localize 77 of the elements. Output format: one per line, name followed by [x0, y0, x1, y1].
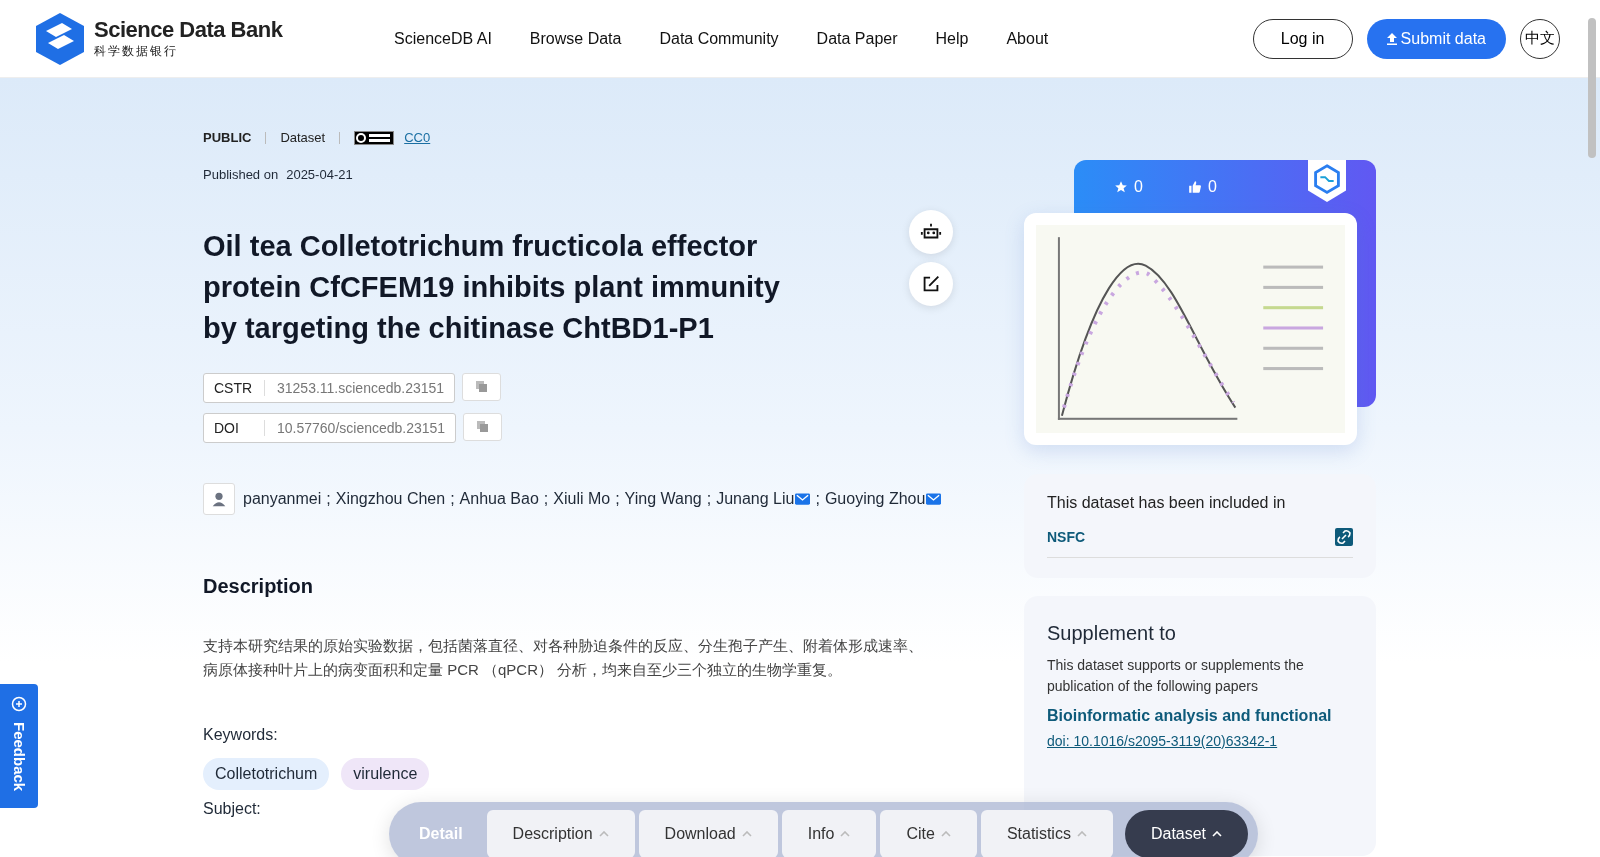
license-link[interactable]: CC0 [404, 130, 431, 145]
keywords-label: Keywords: [203, 726, 279, 744]
login-button[interactable]: Log in [1252, 18, 1353, 59]
panel-heading: This dataset has been included in [1047, 494, 1287, 512]
brand-subtitle: 科学数据银行 [94, 43, 179, 60]
keyword-tag[interactable]: Colletotrichum [203, 758, 330, 790]
detail-tab[interactable]: Description [486, 810, 635, 857]
author-link[interactable]: Xingzhou Chen [335, 490, 446, 508]
nav-link[interactable]: Data Paper [816, 29, 898, 48]
identifier-field: DOI 10.57760/sciencedb.23151 [203, 413, 457, 443]
star-icon[interactable] [1114, 180, 1128, 194]
copy-icon [475, 381, 488, 393]
robot-button[interactable] [909, 210, 953, 254]
language-button[interactable]: 中文 [1520, 18, 1560, 59]
edit-button[interactable] [909, 262, 953, 306]
thumbs-up-icon[interactable] [1187, 180, 1202, 194]
separator: ; [326, 490, 331, 508]
published-label: Published on [203, 167, 279, 182]
caret-icon [598, 831, 609, 837]
upload-icon [1386, 32, 1397, 45]
author-link[interactable]: Guoying Zhou [824, 490, 926, 508]
nav-link[interactable]: ScienceDB AI [394, 29, 492, 48]
link-icon[interactable] [1335, 528, 1353, 546]
separator: ; [815, 490, 820, 508]
detail-tab[interactable]: Download [638, 810, 778, 857]
access-label: PUBLIC [203, 130, 252, 145]
identifier-field: CSTR 31253.11.sciencedb.23151 [203, 373, 456, 403]
author-link[interactable]: panyanmei [243, 490, 322, 508]
separator: ; [615, 490, 620, 508]
author-link[interactable]: Junang Liu [716, 490, 795, 508]
detail-tab[interactable]: Statistics [980, 810, 1113, 857]
author-link[interactable]: Xiuli Mo [553, 490, 611, 508]
feedback-button[interactable]: Feedback [0, 684, 38, 808]
detail-tab[interactable]: Cite [880, 810, 977, 857]
author-link[interactable]: Anhua Bao [459, 490, 539, 508]
scrollbar[interactable] [1588, 18, 1596, 158]
copy-button[interactable] [462, 373, 502, 401]
like-count: 0 [1207, 178, 1217, 196]
copy-icon [476, 421, 489, 433]
nav-link[interactable]: Browse Data [529, 29, 622, 48]
paper-doi-link[interactable]: doi: 10.1016/s2095-3119(20)63342-1 [1047, 733, 1353, 749]
submit-data-button[interactable]: Submit data [1366, 18, 1506, 59]
description-text: 支持本研究结果的原始实验数据，包括菌落直径、对各种胁迫条件的反应、分生孢子产生、附着体形成速率、病原体接种叶片上的病变面积和定量 PCR （qPCR） 分析，均来自至少三个独立的生物学重复。 [203, 636, 924, 680]
separator: ; [706, 490, 712, 508]
caret-icon [840, 831, 851, 837]
collection-link[interactable]: NSFC [1047, 529, 1086, 545]
caret-icon [940, 831, 951, 837]
brand-name[interactable]: Science Data Bank [94, 17, 283, 43]
nav-link[interactable]: Help [935, 29, 969, 48]
type-label: Dataset [280, 130, 326, 145]
section-heading: Description [203, 575, 315, 598]
public-domain-badge-icon [354, 130, 395, 145]
email-icon[interactable] [795, 493, 811, 505]
caret-icon [1212, 831, 1223, 837]
hexagon-badge-icon [1308, 160, 1346, 202]
paper-title-link[interactable]: Bioinformatic analysis and functional [1047, 707, 1353, 725]
keyword-tag[interactable]: virulence [341, 758, 430, 790]
supplement-text: This dataset supports or supplements the publication of the following papers [1047, 656, 1305, 696]
published-date: 2025-04-21 [286, 167, 353, 182]
detail-tab[interactable]: Info [781, 810, 877, 857]
nav-link[interactable]: Data Community [659, 29, 779, 48]
star-count: 0 [1134, 178, 1143, 196]
caret-icon [741, 831, 752, 837]
nav-link[interactable]: About [1006, 29, 1049, 48]
dataset-title: Oil tea Colletotrichum fructicola effector protein CfCFEM19 inhibits plant immunity by targeting the chitinase ChtBD1-P1 [203, 229, 781, 346]
author-link[interactable]: Ying Wang [624, 490, 702, 508]
separator: ; [543, 490, 549, 508]
feedback-icon [11, 696, 27, 712]
subject-label: Subject: [203, 800, 262, 818]
separator: ; [450, 490, 455, 508]
detail-label: Detail [419, 825, 463, 843]
caret-icon [1076, 831, 1087, 837]
avatar-icon [203, 483, 235, 515]
email-icon[interactable] [926, 493, 942, 505]
detail-tab[interactable]: Dataset [1124, 810, 1249, 857]
panel-heading: Supplement to [1047, 622, 1177, 645]
copy-button[interactable] [463, 413, 503, 441]
